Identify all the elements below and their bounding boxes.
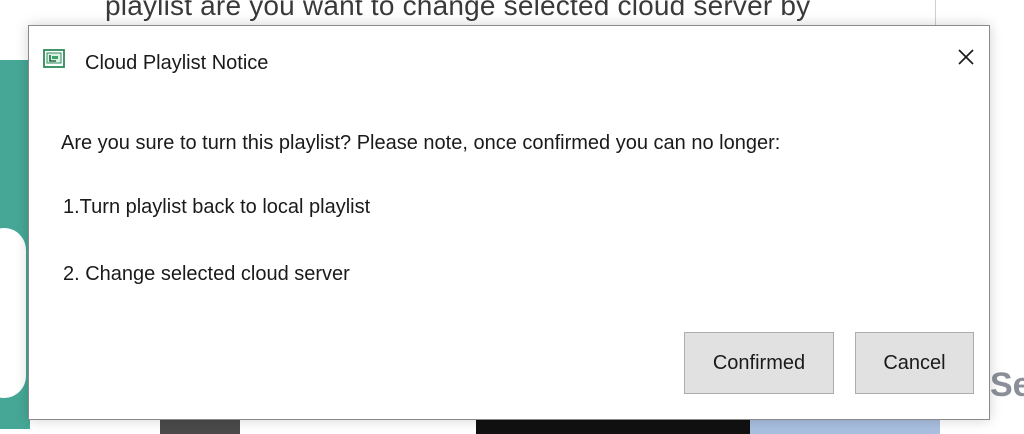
cancel-button[interactable]: Cancel xyxy=(855,332,974,394)
playlist-app-icon xyxy=(43,49,65,68)
cloud-playlist-notice-dialog: Cloud Playlist Notice Are you sure to tu… xyxy=(28,25,990,420)
background-text: playlist are you want to change selected… xyxy=(105,0,811,21)
restriction-item: 2. Change selected cloud server xyxy=(63,263,350,285)
dialog-title-bar[interactable]: Cloud Playlist Notice xyxy=(29,26,989,94)
dialog-message: Are you sure to turn this playlist? Plea… xyxy=(61,132,781,154)
confirmed-button[interactable]: Confirmed xyxy=(684,332,834,394)
restriction-item: 1.Turn playlist back to local playlist xyxy=(63,196,371,218)
background-element xyxy=(160,418,240,434)
close-icon xyxy=(957,48,975,71)
dialog-title: Cloud Playlist Notice xyxy=(85,52,269,74)
background-right-text: Se xyxy=(990,366,1024,404)
background-panel-curve xyxy=(0,228,26,398)
close-button[interactable] xyxy=(951,44,981,74)
